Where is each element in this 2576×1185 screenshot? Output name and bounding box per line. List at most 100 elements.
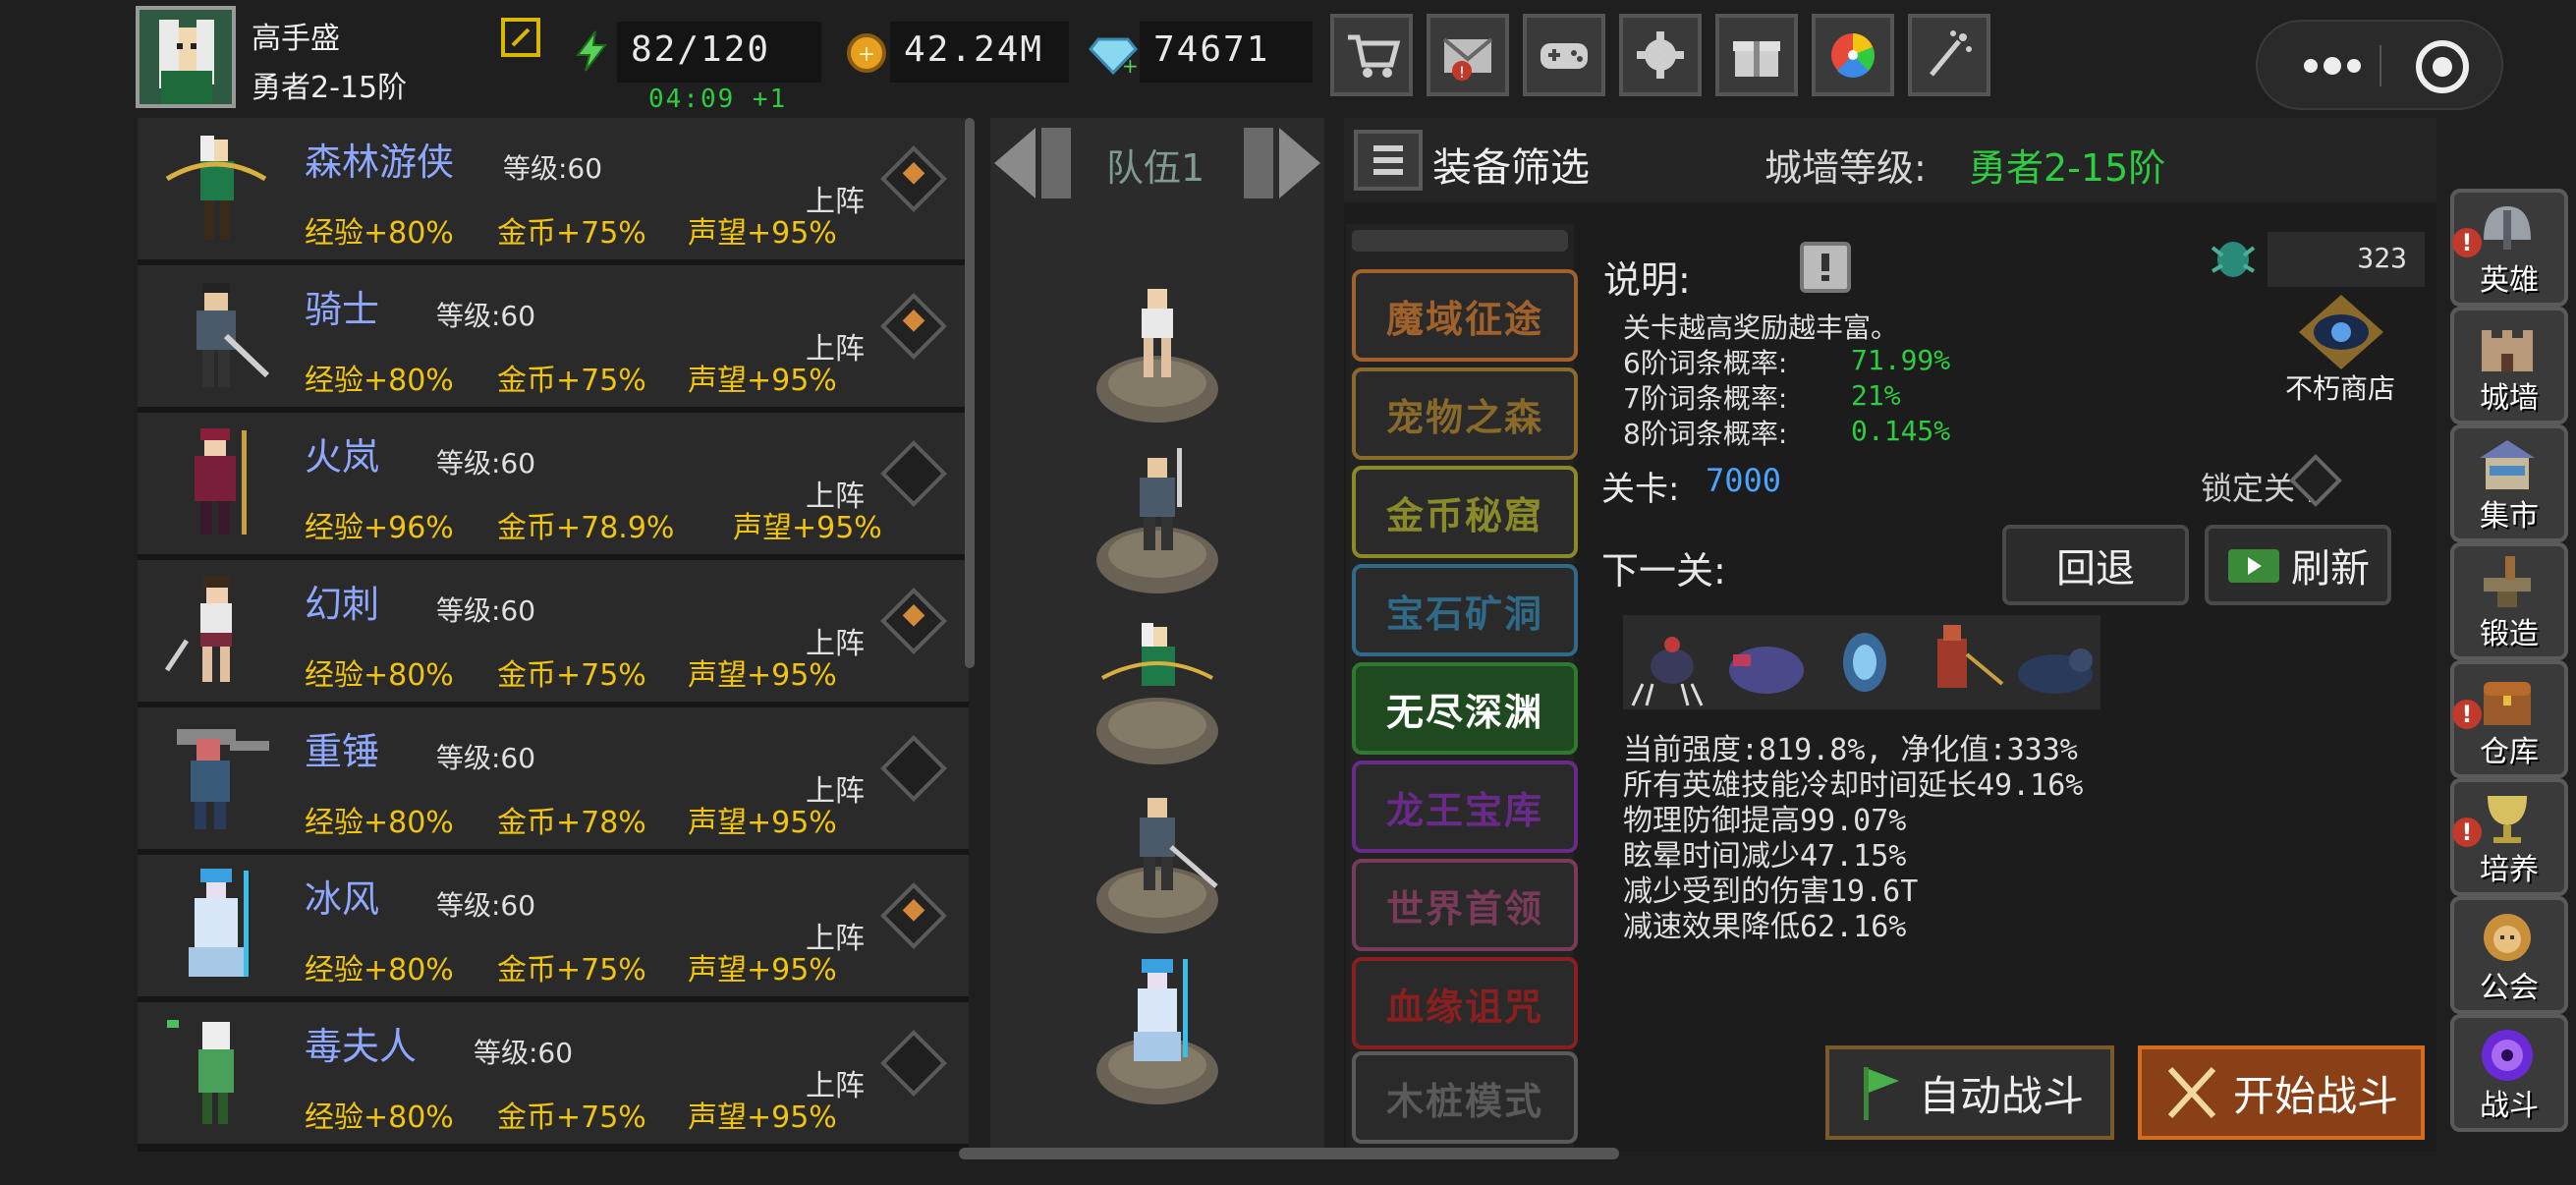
- nav-label: 仓库: [2480, 735, 2539, 769]
- settings-button[interactable]: [1619, 14, 1702, 96]
- nav-market-button[interactable]: 集市: [2450, 424, 2568, 542]
- nav-forge-button[interactable]: 锻造: [2450, 542, 2568, 660]
- hero-gold-bonus: 金币+75%: [497, 364, 646, 398]
- info-icon: [1821, 254, 1829, 281]
- pedestal-hero-icon: [1096, 448, 1218, 593]
- anvil-icon: [2484, 556, 2531, 607]
- hero-level: 等级:60: [436, 300, 536, 332]
- gold-coin-icon: +: [843, 29, 890, 77]
- equipment-filter-button[interactable]: [1354, 130, 1423, 191]
- mode-button[interactable]: 世界首领: [1352, 859, 1578, 951]
- horizontal-scrollbar[interactable]: [959, 1148, 1619, 1159]
- gem-icon: +: [1089, 29, 1139, 78]
- hero-exp-bonus: 经验+80%: [305, 364, 454, 398]
- sparkle-icon: [1930, 30, 1972, 77]
- hero-exp-bonus: 经验+80%: [305, 953, 454, 988]
- mode-button[interactable]: 宠物之森: [1352, 367, 1578, 460]
- mode-button[interactable]: 魔域征途: [1352, 269, 1578, 362]
- hero-name: 重锤: [305, 730, 380, 773]
- hero-portrait-icon: [196, 283, 270, 387]
- deploy-toggle[interactable]: [880, 1030, 947, 1097]
- hero-row[interactable]: 幻刺 等级:60 经验+80% 金币+75% 声望+95% 上阵: [138, 560, 969, 702]
- hero-row[interactable]: 冰风 等级:60 经验+80% 金币+75% 声望+95% 上阵: [138, 855, 969, 996]
- mode-button[interactable]: 龙王宝库: [1352, 761, 1578, 853]
- hero-list-scrollbar[interactable]: [965, 118, 975, 668]
- nav-hero-button[interactable]: ! 英雄: [2450, 189, 2568, 307]
- deploy-toggle[interactable]: [880, 882, 947, 949]
- team-slot[interactable]: [1089, 788, 1226, 935]
- shop-cart-button[interactable]: [1330, 14, 1413, 96]
- mode-label: 宠物之森: [1385, 395, 1543, 439]
- hero-row[interactable]: 毒夫人 等级:60 经验+80% 金币+75% 声望+95% 上阵: [138, 1002, 969, 1144]
- mode-label: 木桩模式: [1385, 1079, 1543, 1123]
- nav-battle-button[interactable]: 战斗: [2450, 1014, 2568, 1132]
- arrow-left-icon: [994, 128, 1071, 198]
- svg-text:+: +: [858, 42, 875, 67]
- refresh-button-label: 刷新: [2291, 546, 2370, 592]
- rate-8-label: 8阶词条概率:: [1623, 418, 1788, 450]
- hero-list[interactable]: 森林游侠 等级:60 经验+80% 金币+75% 声望+95% 上阵 骑士 等级…: [138, 118, 969, 1152]
- lucky-wheel-button[interactable]: [1812, 14, 1894, 96]
- gear-icon: [1637, 31, 1684, 79]
- hero-row[interactable]: 骑士 等级:60 经验+80% 金币+75% 声望+95% 上阵: [138, 265, 969, 407]
- gamepad-button[interactable]: [1523, 14, 1605, 96]
- description-text: 关卡越高奖励越丰富。: [1623, 311, 1899, 344]
- hero-row[interactable]: 重锤 等级:60 经验+80% 金币+78% 声望+95% 上阵: [138, 707, 969, 849]
- mode-button[interactable]: 宝石矿洞: [1352, 564, 1578, 656]
- deploy-label: 上阵: [806, 1069, 865, 1103]
- edit-icon[interactable]: [501, 18, 540, 57]
- nav-wall-button[interactable]: 城墙: [2450, 307, 2568, 424]
- team-slot[interactable]: [1089, 277, 1226, 424]
- hero-name: 幻刺: [305, 583, 380, 626]
- deploy-toggle[interactable]: [880, 735, 947, 802]
- hero-name: 森林游侠: [305, 141, 455, 184]
- energy-icon: [568, 28, 615, 75]
- deploy-label: 上阵: [806, 185, 865, 219]
- start-battle-button[interactable]: 开始战斗: [2138, 1045, 2425, 1140]
- mail-button[interactable]: !: [1427, 14, 1509, 96]
- prev-team-button[interactable]: [990, 122, 1081, 204]
- close-miniprogram-button[interactable]: [2413, 37, 2472, 96]
- market-icon: [2480, 440, 2535, 489]
- auto-battle-button[interactable]: 自动战斗: [1825, 1045, 2114, 1140]
- more-menu-button[interactable]: [2293, 51, 2372, 81]
- team-slot[interactable]: [1089, 619, 1226, 766]
- team-slot[interactable]: [1089, 959, 1226, 1106]
- player-avatar[interactable]: [136, 6, 236, 108]
- mode-button[interactable]: 木桩模式: [1352, 1051, 1578, 1144]
- item-count: 323: [2268, 232, 2425, 287]
- nav-guild-button[interactable]: 公会: [2450, 896, 2568, 1014]
- fireworks-button[interactable]: [1908, 14, 1990, 96]
- deploy-toggle[interactable]: [880, 145, 947, 212]
- refresh-button[interactable]: 刷新: [2205, 525, 2391, 605]
- back-button[interactable]: 回退: [2002, 525, 2189, 605]
- hero-level: 等级:60: [436, 742, 536, 774]
- immortal-shop-button[interactable]: [2289, 293, 2393, 373]
- gift-button[interactable]: [1715, 14, 1798, 96]
- deploy-toggle[interactable]: [880, 440, 947, 507]
- mode-button[interactable]: 无尽深渊: [1352, 662, 1578, 755]
- immortal-shop-label[interactable]: 不朽商店: [2285, 367, 2395, 407]
- hero-gold-bonus: 金币+75%: [497, 1100, 646, 1135]
- mode-button[interactable]: 金币秘窟: [1352, 466, 1578, 558]
- gold-value: 42.24M: [890, 22, 1069, 83]
- mode-button[interactable]: 血缘诅咒: [1352, 957, 1578, 1049]
- hero-row[interactable]: 森林游侠 等级:60 经验+80% 金币+75% 声望+95% 上阵: [138, 118, 969, 259]
- hero-row[interactable]: 火岚 等级:60 经验+96% 金币+78.9% 声望+95% 上阵: [138, 413, 969, 554]
- hint-button[interactable]: [1800, 242, 1851, 293]
- nav-warehouse-button[interactable]: ! 仓库: [2450, 660, 2568, 778]
- hero-exp-bonus: 经验+80%: [305, 216, 454, 251]
- nav-label: 锻造: [2480, 617, 2539, 651]
- deploy-toggle[interactable]: [880, 588, 947, 654]
- next-team-button[interactable]: [1234, 122, 1324, 204]
- rate-8-value: 0.145%: [1851, 415, 1951, 447]
- deploy-toggle[interactable]: [880, 293, 947, 360]
- beetle-icon: [2207, 230, 2260, 285]
- nav-train-button[interactable]: ! 培养: [2450, 778, 2568, 896]
- back-button-label: 回退: [2056, 546, 2135, 592]
- miniprogram-capsule: [2256, 20, 2503, 110]
- rate-6-value: 71.99%: [1851, 344, 1951, 376]
- equipment-filter-label[interactable]: 装备筛选: [1432, 136, 1590, 193]
- team-slot[interactable]: [1089, 448, 1226, 595]
- mode-list-scroll-top: [1352, 230, 1568, 252]
